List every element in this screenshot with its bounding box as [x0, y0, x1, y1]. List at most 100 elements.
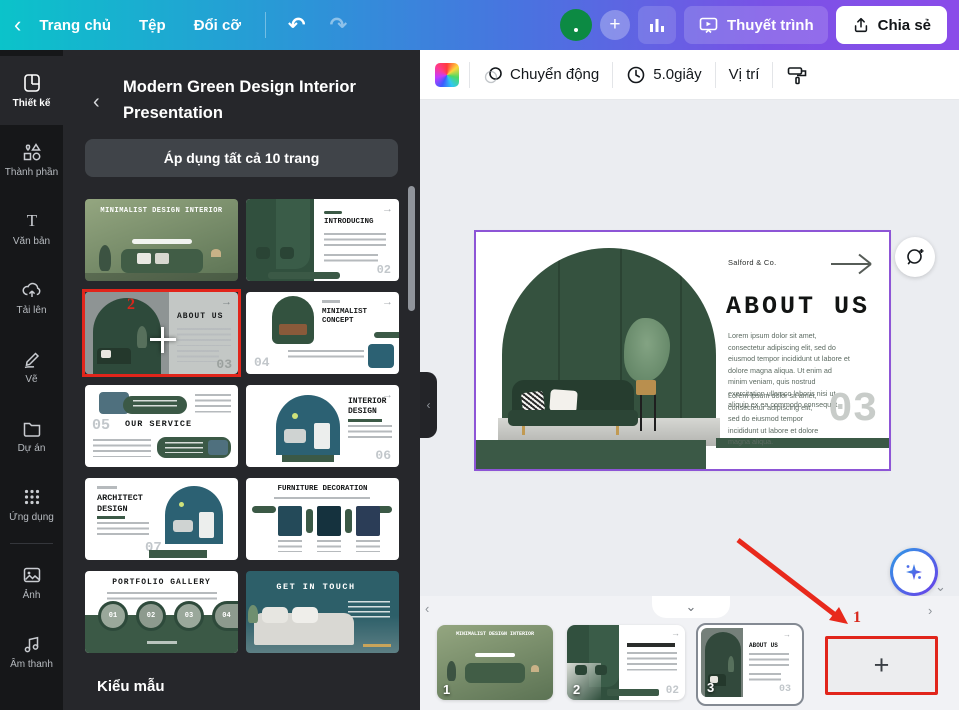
sidebar-item-design[interactable]: Thiết kế — [0, 56, 63, 125]
filmstrip-scroll-left-icon[interactable]: ‹ — [425, 602, 429, 615]
sidebar-item-apps[interactable]: Ứng dụng — [0, 470, 63, 539]
comment-plus-icon — [904, 246, 926, 268]
canvas-slide-about-us[interactable]: Salford & Co. ABOUT US Lorem ipsum dolor… — [476, 232, 889, 469]
folder-icon — [21, 417, 43, 439]
elements-shapes-icon — [21, 141, 43, 163]
template-title: MINIMALIST DESIGN INTERIOR — [85, 207, 238, 216]
lamp-shape — [531, 665, 539, 672]
template-thumb-3-selected[interactable]: → ABOUT US 03 — [85, 292, 238, 374]
filmstrip-collapse-tab[interactable]: ⌄ — [652, 596, 730, 618]
panel-collapse-tab[interactable]: ‹ — [420, 372, 437, 438]
wall-panel-line — [680, 248, 682, 440]
template-thumb-5[interactable]: 05 OUR SERVICE — [85, 385, 238, 467]
sofa-shape — [279, 324, 307, 335]
panel-scrollbar[interactable] — [408, 186, 415, 311]
add-page-button[interactable]: + — [825, 636, 938, 695]
position-label: Vị trí — [729, 66, 760, 83]
template-thumb-4[interactable]: → MINIMALIST CONCEPT 04 — [246, 292, 399, 374]
template-thumb-8[interactable]: FURNITURE DECORATION — [246, 478, 399, 560]
caption-lines — [356, 540, 380, 552]
redo-icon: ↷ — [318, 15, 360, 36]
sidebar-item-projects[interactable]: Dự án — [0, 401, 63, 470]
sidebar-item-label: Thành phần — [5, 168, 58, 178]
sidebar-item-uploads[interactable]: Tải lên — [0, 263, 63, 332]
avatar[interactable] — [560, 9, 592, 41]
text-lines — [274, 497, 370, 502]
slide-title: ABOUT US — [726, 292, 870, 321]
comment-button[interactable] — [895, 237, 935, 277]
sidebar-item-elements[interactable]: Thành phần — [0, 125, 63, 194]
add-member-button[interactable]: + — [600, 10, 630, 40]
magic-assistant-button[interactable] — [890, 548, 938, 596]
tag-shape — [97, 516, 125, 519]
animate-button[interactable]: Chuyển động — [470, 65, 612, 85]
apply-all-pages-button[interactable]: Áp dụng tất cả 10 trang — [85, 139, 398, 177]
gallery-number: 02 — [147, 612, 155, 620]
gallery-circle: 03 — [174, 601, 204, 631]
present-button[interactable]: Thuyết trình — [684, 6, 828, 44]
panel-back-chevron-icon[interactable]: ‹ — [93, 92, 100, 112]
filmstrip-scroll-right-icon[interactable]: › — [928, 604, 932, 617]
filmstrip-page-3-selected[interactable]: → ABOUT US 03 3 — [696, 623, 804, 706]
photo-left — [246, 199, 314, 281]
copy-style-button[interactable] — [773, 64, 821, 86]
template-thumb-7[interactable]: ARCHITECT DESIGN 07 — [85, 478, 238, 560]
template-number: 05 — [92, 417, 110, 434]
sidebar-divider — [10, 543, 53, 544]
template-thumb-10[interactable]: GET IN TOUCH — [246, 571, 399, 653]
text-icon: T — [21, 210, 43, 232]
template-number: 03 — [216, 357, 232, 372]
template-thumb-1[interactable]: MINIMALIST DESIGN INTERIOR — [85, 199, 238, 281]
gallery-number: 01 — [109, 612, 117, 620]
floor-shadow — [85, 273, 238, 281]
page-number-badge: 1 — [443, 682, 450, 697]
insights-chart-icon[interactable] — [638, 6, 676, 44]
gallery-circle: 02 — [136, 601, 166, 631]
text-lines — [177, 350, 219, 362]
canvas-corner-chevron-down-icon[interactable]: ⌄ — [935, 580, 946, 593]
heading-bar — [627, 643, 675, 647]
template-thumb-2[interactable]: → INTRODUCING 02 — [246, 199, 399, 281]
text-lines — [348, 425, 392, 442]
design-icon — [21, 72, 43, 94]
template-title: INTERIOR DESIGN — [348, 397, 398, 417]
page-thumb: → ABOUT US 03 3 — [701, 628, 795, 697]
menu-home[interactable]: Trang chủ — [25, 17, 125, 34]
undo-icon[interactable]: ↶ — [276, 15, 318, 36]
color-swatch-button[interactable] — [435, 63, 459, 87]
back-chevron-icon[interactable]: ‹ — [0, 14, 25, 36]
template-thumb-6[interactable]: → INTERIOR DESIGN 06 — [246, 385, 399, 467]
menu-resize[interactable]: Đổi cỡ — [180, 17, 255, 34]
pillow-shape — [101, 350, 111, 358]
sidebar-item-audio[interactable]: Âm thanh — [0, 617, 63, 686]
photo-card — [317, 506, 341, 536]
clock-icon — [626, 65, 646, 85]
plant-shape — [728, 656, 734, 672]
menu-file[interactable]: Tệp — [125, 17, 180, 34]
animate-label: Chuyển động — [510, 66, 599, 83]
gallery-number: 03 — [185, 612, 193, 620]
annotation-step2-label: 2 — [127, 297, 135, 313]
share-button[interactable]: Chia sẻ — [836, 6, 947, 44]
template-title: FURNITURE DECORATION — [246, 485, 399, 494]
arrow-icon: → — [382, 204, 393, 215]
sidebar-item-draw[interactable]: Vẽ — [0, 332, 63, 401]
arrow-icon: → — [382, 297, 393, 308]
filmstrip-page-1[interactable]: MINIMALIST DESIGN INTERIOR 1 — [437, 625, 553, 700]
duration-button[interactable]: 5.0giây — [613, 65, 714, 85]
lamp-shape — [211, 249, 221, 257]
position-button[interactable]: Vị trí — [716, 66, 773, 83]
caption-lines — [278, 540, 302, 552]
tag-shape — [348, 419, 382, 422]
template-thumb-9[interactable]: PORTFOLIO GALLERY 01 02 03 04 — [85, 571, 238, 653]
music-note-icon — [21, 633, 43, 655]
text-lines — [627, 652, 677, 674]
sidebar-item-label: Tải lên — [16, 306, 46, 316]
sidebar-item-text[interactable]: T Văn bản — [0, 194, 63, 263]
sidebar-item-photos[interactable]: Ảnh — [0, 548, 63, 617]
filmstrip-page-2[interactable]: → 02 2 — [567, 625, 685, 700]
sidebar-item-label: Dự án — [18, 444, 46, 454]
template-title: INTRODUCING — [324, 218, 374, 227]
sidebar-item-label: Ảnh — [23, 591, 41, 601]
pill-shape — [345, 509, 352, 533]
